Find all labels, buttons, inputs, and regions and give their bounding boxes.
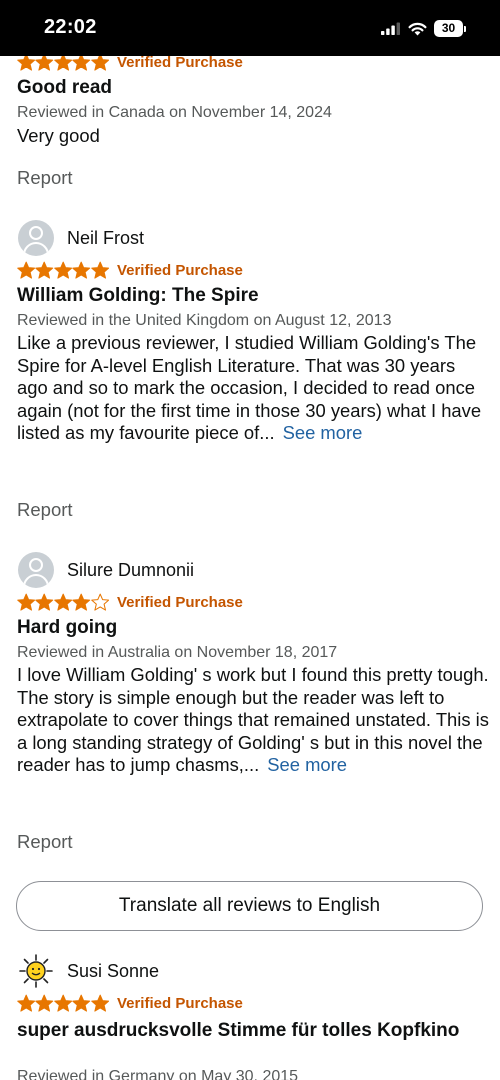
star-rating-icon bbox=[17, 56, 109, 71]
reviewer-name: Neil Frost bbox=[67, 227, 145, 248]
translate-all-reviews-button[interactable]: Translate all reviews to English bbox=[16, 881, 483, 931]
star-filled-icon bbox=[35, 56, 54, 71]
review-rating: Verified Purchase bbox=[17, 993, 243, 1013]
star-filled-icon bbox=[17, 593, 36, 611]
star-filled-icon bbox=[90, 56, 109, 71]
reviewer-name: Susi Sonne bbox=[67, 960, 160, 981]
reviewer-profile[interactable]: Neil Frost bbox=[18, 220, 144, 256]
star-filled-icon bbox=[72, 593, 91, 611]
status-bar: 22:02 30 bbox=[0, 0, 500, 56]
star-filled-icon bbox=[17, 56, 36, 71]
review-date: Reviewed in the United Kingdom on August… bbox=[17, 312, 392, 329]
default-avatar-icon bbox=[18, 552, 54, 588]
report-link[interactable]: Report bbox=[17, 831, 73, 853]
star-filled-icon bbox=[35, 593, 54, 611]
star-filled-icon bbox=[35, 261, 54, 279]
review-title: Good read bbox=[17, 77, 113, 98]
cellular-signal-icon bbox=[381, 22, 400, 35]
star-rating-icon bbox=[17, 994, 109, 1012]
star-empty-icon bbox=[90, 593, 109, 611]
review-body: I love William Golding' s work but I fou… bbox=[17, 664, 489, 777]
star-filled-icon bbox=[72, 994, 91, 1012]
report-link[interactable]: Report bbox=[17, 167, 73, 189]
star-filled-icon bbox=[17, 994, 36, 1012]
status-icons: 30 bbox=[381, 20, 466, 37]
reviewer-profile[interactable]: Silure Dumnonii bbox=[18, 552, 194, 588]
wifi-icon bbox=[408, 22, 427, 35]
verified-purchase-badge: Verified Purchase bbox=[116, 593, 243, 611]
battery-icon: 30 bbox=[434, 20, 466, 37]
review-date: Reviewed in Canada on November 14, 2024 bbox=[17, 104, 332, 121]
star-filled-icon bbox=[72, 261, 91, 279]
review-rating: Verified Purchase bbox=[17, 56, 243, 72]
status-time: 22:02 bbox=[44, 16, 97, 38]
review-body-text: I love William Golding' s work but I fou… bbox=[17, 664, 489, 775]
verified-purchase-badge: Verified Purchase bbox=[116, 261, 243, 279]
star-filled-icon bbox=[53, 56, 72, 71]
default-avatar-icon bbox=[18, 220, 54, 256]
review-rating: Verified Purchase bbox=[17, 260, 243, 280]
star-filled-icon bbox=[53, 261, 72, 279]
star-filled-icon bbox=[53, 994, 72, 1012]
reviews-list: Verified Purchase Good read Reviewed in … bbox=[0, 56, 500, 1080]
star-filled-icon bbox=[53, 593, 72, 611]
reviewer-profile[interactable]: Susi Sonne bbox=[18, 953, 159, 989]
review-title: William Golding: The Spire bbox=[17, 285, 259, 306]
review-title: super ausdrucksvolle Stimme für tolles K… bbox=[17, 1020, 460, 1041]
verified-purchase-badge: Verified Purchase bbox=[116, 56, 243, 71]
verified-purchase-badge: Verified Purchase bbox=[116, 994, 243, 1012]
report-link[interactable]: Report bbox=[17, 499, 73, 521]
review-date: Reviewed in Australia on November 18, 20… bbox=[17, 644, 338, 661]
review-rating: Verified Purchase bbox=[17, 592, 243, 612]
battery-level: 30 bbox=[434, 20, 463, 37]
sun-avatar-icon bbox=[19, 954, 53, 988]
review-title: Hard going bbox=[17, 617, 118, 638]
see-more-link[interactable]: See more bbox=[267, 754, 347, 775]
star-filled-icon bbox=[72, 56, 91, 71]
star-rating-icon bbox=[17, 261, 109, 279]
review-body-text: Like a previous reviewer, I studied Will… bbox=[17, 332, 482, 443]
star-filled-icon bbox=[90, 994, 109, 1012]
review-body: Like a previous reviewer, I studied Will… bbox=[17, 332, 489, 445]
star-rating-icon bbox=[17, 593, 109, 611]
star-filled-icon bbox=[90, 261, 109, 279]
review-date: Reviewed in Germany on May 30, 2015 bbox=[17, 1068, 299, 1080]
star-filled-icon bbox=[17, 261, 36, 279]
reviewer-name: Silure Dumnonii bbox=[67, 559, 195, 580]
review-body: Very good bbox=[17, 125, 100, 146]
see-more-link[interactable]: See more bbox=[283, 422, 363, 443]
star-filled-icon bbox=[35, 994, 54, 1012]
